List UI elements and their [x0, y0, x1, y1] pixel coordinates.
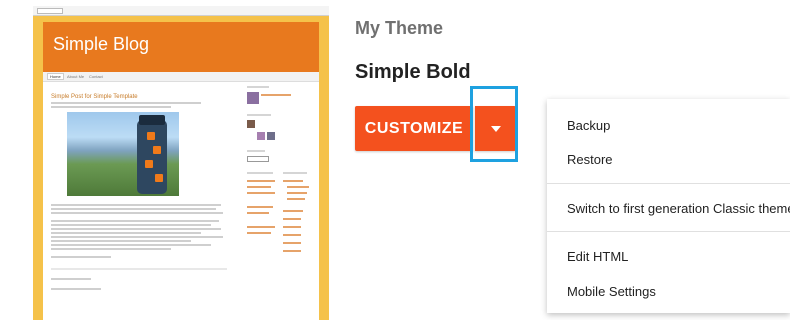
preview-text-line	[51, 106, 171, 108]
preview-sidebar-link	[287, 198, 305, 200]
preview-sidebar-link	[247, 212, 269, 214]
preview-text-line	[51, 220, 219, 222]
preview-sidebar-heading	[247, 150, 265, 152]
menu-item-backup[interactable]: Backup	[567, 118, 610, 133]
preview-image-badge	[147, 132, 155, 140]
preview-follower-avatar	[267, 132, 275, 140]
preview-follower-avatar	[257, 132, 265, 140]
preview-sidebar-heading	[247, 114, 271, 116]
preview-image-cap	[139, 115, 165, 125]
preview-blog-header: Simple Blog	[43, 22, 319, 72]
preview-image-badge	[155, 174, 163, 182]
preview-post-title: Simple Post for Simple Template	[51, 94, 138, 100]
preview-tab: Home	[47, 73, 64, 80]
preview-sidebar-link	[283, 250, 301, 252]
menu-item-mobile-settings[interactable]: Mobile Settings	[567, 284, 656, 299]
menu-item-switch-classic[interactable]: Switch to first generation Classic theme	[567, 201, 790, 216]
preview-sidebar-link	[283, 226, 301, 228]
my-theme-heading: My Theme	[355, 18, 444, 38]
preview-text-line	[51, 232, 201, 234]
preview-text-line	[51, 204, 221, 206]
preview-avatar	[247, 92, 259, 104]
preview-image-badge	[145, 160, 153, 168]
preview-image-badge	[153, 146, 161, 154]
customize-button[interactable]: CUSTOMIZE	[355, 106, 473, 151]
menu-divider	[547, 231, 790, 232]
preview-divider	[51, 268, 227, 270]
preview-text-line	[51, 240, 191, 242]
preview-sidebar-heading	[283, 172, 307, 174]
theme-preview-thumbnail[interactable]: Simple Blog Home About Me Contact Simple…	[33, 6, 329, 320]
menu-item-restore[interactable]: Restore	[567, 152, 613, 167]
preview-text-line	[51, 208, 216, 210]
preview-text-line	[51, 212, 223, 214]
preview-sidebar-heading	[247, 172, 273, 174]
theme-page: Simple Blog Home About Me Contact Simple…	[0, 0, 790, 320]
preview-sidebar-link	[247, 192, 275, 194]
preview-stats-counter	[247, 156, 269, 162]
preview-sidebar-heading	[247, 86, 269, 88]
preview-navbar	[33, 6, 329, 16]
preview-text-line	[51, 102, 201, 104]
preview-sidebar-link	[287, 192, 307, 194]
preview-follower-avatar	[247, 120, 255, 128]
preview-text-line	[51, 288, 101, 290]
preview-sidebar-link	[283, 218, 301, 220]
preview-sidebar-link	[247, 226, 275, 228]
preview-sidebar-link	[283, 210, 303, 212]
preview-blog-body: Home About Me Contact Simple Post for Si…	[43, 72, 319, 320]
preview-blog-title: Simple Blog	[53, 34, 150, 54]
preview-sidebar-link	[247, 206, 273, 208]
preview-tab: About Me	[67, 74, 85, 79]
preview-text-line	[51, 228, 221, 230]
theme-options-menu: Backup Restore Switch to first generatio…	[547, 99, 790, 313]
preview-search-box	[37, 8, 63, 14]
preview-sidebar-link	[283, 234, 301, 236]
preview-text-line	[51, 236, 223, 238]
preview-text-line	[51, 256, 111, 258]
preview-tab: Contact	[89, 74, 103, 79]
preview-sidebar-link	[247, 180, 275, 182]
preview-text-line	[51, 224, 211, 226]
menu-divider	[547, 183, 790, 184]
preview-sidebar-link	[283, 180, 303, 182]
preview-text-line	[51, 244, 211, 246]
preview-text-line	[51, 248, 171, 250]
customize-dropdown-button[interactable]	[475, 106, 516, 151]
preview-post-image	[67, 112, 179, 196]
preview-sidebar-link	[247, 186, 271, 188]
preview-tabs: Home About Me Contact	[43, 72, 319, 82]
preview-sidebar	[247, 86, 313, 316]
menu-item-edit-html[interactable]: Edit HTML	[567, 249, 628, 264]
theme-name: Simple Bold	[355, 61, 471, 83]
preview-sidebar-link	[283, 242, 301, 244]
preview-sidebar-link	[247, 232, 271, 234]
preview-sidebar-link	[261, 94, 291, 96]
preview-sidebar-link	[287, 186, 309, 188]
caret-down-icon	[490, 125, 501, 132]
preview-text-line	[51, 278, 91, 280]
